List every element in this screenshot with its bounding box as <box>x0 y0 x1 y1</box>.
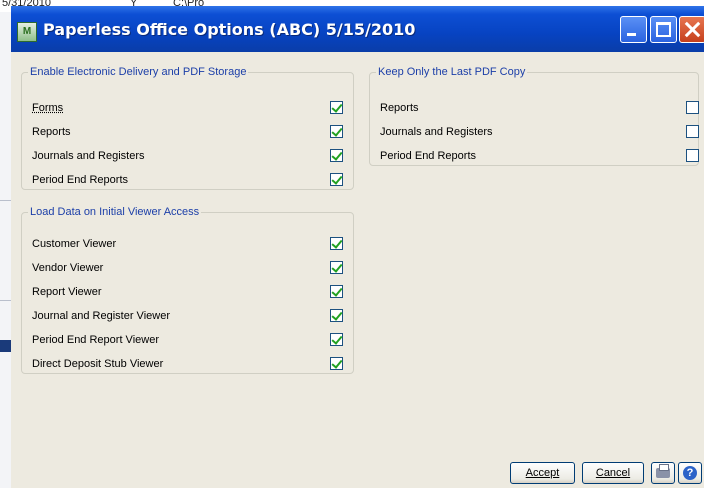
checkbox-label: Forms <box>32 102 64 114</box>
checkbox[interactable] <box>330 333 343 346</box>
paperless-office-options-dialog: M Paperless Office Options (ABC) 5/15/20… <box>11 6 704 488</box>
checkbox[interactable] <box>330 285 343 298</box>
accept-button[interactable]: Accept <box>510 462 575 484</box>
checkbox-label: Vendor Viewer <box>32 262 104 274</box>
last-pdf-row-journals-and-registers[interactable]: Journals and Registers <box>380 124 700 140</box>
checkbox[interactable] <box>686 149 699 162</box>
delivery-row-journals-and-registers[interactable]: Journals and Registers <box>32 148 344 164</box>
electronic-delivery-group: Enable Electronic Delivery and PDF Stora… <box>21 66 354 190</box>
last-pdf-row-period-end-reports[interactable]: Period End Reports <box>380 148 700 164</box>
window-title: Paperless Office Options (ABC) 5/15/2010 <box>43 20 416 39</box>
checkbox-label: Journals and Registers <box>32 150 145 162</box>
background-selection <box>0 340 11 352</box>
accept-label: Accept <box>525 467 560 479</box>
checkbox[interactable] <box>330 125 343 138</box>
viewer-row-customer-viewer[interactable]: Customer Viewer <box>32 236 344 252</box>
delivery-row-reports[interactable]: Reports <box>32 124 344 140</box>
last-pdf-copy-group: Keep Only the Last PDF Copy Reports Journ… <box>369 66 699 166</box>
checkbox[interactable] <box>330 149 343 162</box>
dialog-client-area: Enable Electronic Delivery and PDF Stora… <box>11 52 704 488</box>
checkbox-label: Journal and Register Viewer <box>32 310 170 322</box>
group-legend: Enable Electronic Delivery and PDF Stora… <box>30 66 247 78</box>
checkbox-label: Period End Reports <box>380 150 476 162</box>
checkbox[interactable] <box>330 101 343 114</box>
checkbox-label: Journals and Registers <box>380 126 493 138</box>
checkbox[interactable] <box>686 125 699 138</box>
checkbox[interactable] <box>330 237 343 250</box>
close-button[interactable] <box>679 16 704 43</box>
maximize-button[interactable] <box>650 16 677 43</box>
viewer-row-vendor-viewer[interactable]: Vendor Viewer <box>32 260 344 276</box>
printer-icon <box>656 464 670 478</box>
checkbox[interactable] <box>330 173 343 186</box>
checkbox[interactable] <box>686 101 699 114</box>
help-button[interactable]: ? <box>678 462 702 484</box>
viewer-row-direct-deposit-stub-viewer[interactable]: Direct Deposit Stub Viewer <box>32 356 344 372</box>
checkbox-label: Reports <box>380 102 419 114</box>
checkbox[interactable] <box>330 261 343 274</box>
delivery-row-period-end-reports[interactable]: Period End Reports <box>32 172 344 188</box>
last-pdf-row-reports[interactable]: Reports <box>380 100 700 116</box>
checkbox[interactable] <box>330 309 343 322</box>
cancel-button[interactable]: Cancel <box>582 462 644 484</box>
group-legend: Load Data on Initial Viewer Access <box>30 206 200 218</box>
background-divider <box>0 200 11 201</box>
help-icon: ? <box>683 466 697 480</box>
button-bar: Accept Cancel ? <box>11 458 704 488</box>
app-icon: M <box>17 22 37 42</box>
viewer-row-report-viewer[interactable]: Report Viewer <box>32 284 344 300</box>
background-divider <box>0 300 11 301</box>
checkbox-label: Reports <box>32 126 71 138</box>
print-button[interactable] <box>651 462 675 484</box>
initial-viewer-group: Load Data on Initial Viewer Access Custo… <box>21 206 354 374</box>
group-legend: Keep Only the Last PDF Copy <box>378 66 526 78</box>
checkbox-label: Period End Reports <box>32 174 128 186</box>
viewer-row-journal-and-register-viewer[interactable]: Journal and Register Viewer <box>32 308 344 324</box>
minimize-button[interactable] <box>620 16 647 43</box>
cancel-label: Cancel <box>595 467 631 479</box>
delivery-row-forms[interactable]: Forms <box>32 100 344 116</box>
viewer-row-period-end-report-viewer[interactable]: Period End Report Viewer <box>32 332 344 348</box>
checkbox-label: Period End Report Viewer <box>32 334 159 346</box>
checkbox-label: Direct Deposit Stub Viewer <box>32 358 164 370</box>
checkbox-label: Report Viewer <box>32 286 102 298</box>
checkbox-label: Customer Viewer <box>32 238 117 250</box>
title-bar[interactable]: M Paperless Office Options (ABC) 5/15/20… <box>11 6 704 52</box>
checkbox[interactable] <box>330 357 343 370</box>
